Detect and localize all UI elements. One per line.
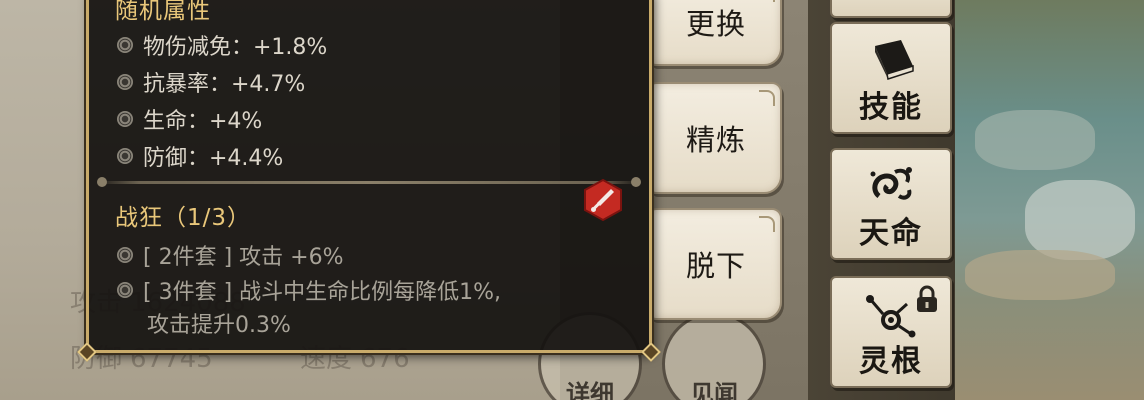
- spirit-root-label: 灵根: [859, 344, 923, 379]
- refine-button[interactable]: 精炼: [650, 82, 782, 194]
- destiny-swirl-icon: [870, 167, 912, 200]
- skills-button[interactable]: 技能: [830, 22, 952, 134]
- attribute-row: 生命：+4%: [117, 103, 262, 135]
- bullet-icon: [117, 247, 133, 263]
- section-divider: [97, 177, 641, 187]
- bullet-icon: [117, 37, 133, 53]
- unequip-button[interactable]: 脱下: [650, 208, 782, 320]
- bullet-icon: [117, 148, 133, 164]
- attribute-row: 防御：+4.4%: [117, 140, 283, 172]
- set-bonus-row: [ 3件套 ] 战斗中生命比例每降低1%,: [117, 274, 501, 306]
- set-bonus-continuation: 攻击提升0.3%: [147, 313, 291, 338]
- lock-icon: [917, 285, 937, 312]
- unequip-button-label: 脱下: [685, 249, 746, 283]
- detail-round-button-label: 详细: [566, 380, 614, 400]
- bullet-icon: [117, 74, 133, 90]
- equipment-tooltip: 随机属性 物伤减免：+1.8% 抗暴率：+4.7% 生命：+4% 防御：+4.4…: [77, 0, 661, 362]
- destiny-button[interactable]: 天命: [830, 148, 952, 260]
- bullet-icon: [117, 282, 133, 298]
- replace-button[interactable]: 更换: [650, 0, 782, 66]
- spirit-root-button[interactable]: 灵根: [830, 276, 952, 388]
- side-menu-top-button[interactable]: [830, 0, 952, 18]
- background-scenery: [955, 0, 1144, 400]
- skills-label: 技能: [859, 90, 923, 125]
- replace-button-label: 更换: [685, 7, 746, 41]
- sword-badge-icon: [584, 178, 622, 222]
- attribute-row: 抗暴率：+4.7%: [117, 66, 305, 98]
- insight-round-button-label: 见闻: [690, 380, 738, 400]
- set-bonus-row: [ 2件套 ] 攻击 +6%: [117, 239, 343, 271]
- set-title: 战狂（1/3）: [115, 205, 252, 231]
- book-icon: [875, 40, 914, 80]
- bullet-icon: [117, 111, 133, 127]
- destiny-label: 天命: [859, 216, 923, 251]
- random-attributes-title: 随机属性: [115, 0, 211, 24]
- refine-button-label: 精炼: [685, 123, 746, 157]
- spirit-root-icon: [866, 295, 916, 338]
- attribute-row: 物伤减免：+1.8%: [117, 29, 327, 61]
